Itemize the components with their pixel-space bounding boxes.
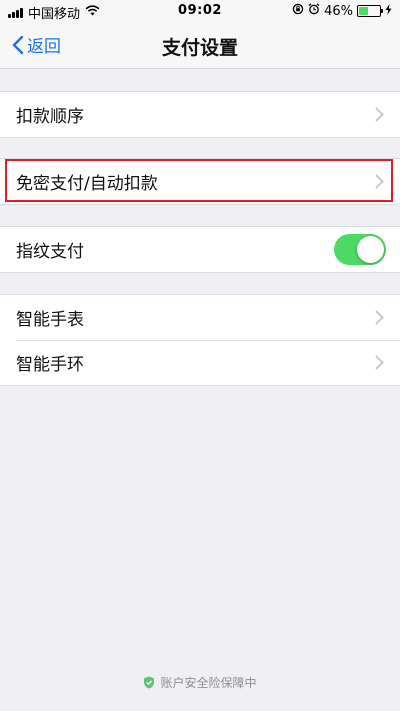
- nav-bar: 返回 支付设置: [0, 22, 400, 69]
- row-deduction-order[interactable]: 扣款顺序: [0, 92, 400, 137]
- chevron-right-icon: [375, 355, 384, 370]
- status-right: 46%: [288, 3, 392, 19]
- row-fingerprint-pay: 指纹支付: [0, 227, 400, 272]
- row-label: 智能手环: [16, 355, 84, 375]
- fingerprint-toggle[interactable]: [334, 234, 386, 265]
- charging-bolt-icon: [385, 3, 392, 19]
- screen: 中国移动 09:02 46% 返回 支付设置 扣款顺序 免密支付/自动扣款 指纹…: [0, 0, 400, 711]
- settings-group-devices: 智能手表 智能手环: [0, 294, 400, 386]
- toggle-knob: [357, 236, 384, 263]
- row-smart-band[interactable]: 智能手环: [0, 340, 400, 385]
- chevron-right-icon: [375, 107, 384, 122]
- row-passwordless-autopay[interactable]: 免密支付/自动扣款: [0, 159, 400, 204]
- row-smart-watch[interactable]: 智能手表: [0, 295, 400, 340]
- footer-text: 账户安全险保障中: [160, 676, 257, 690]
- row-label: 免密支付/自动扣款: [16, 174, 158, 194]
- chevron-right-icon: [375, 310, 384, 325]
- orientation-lock-icon: [292, 3, 304, 19]
- battery-icon: [357, 5, 383, 17]
- settings-group-fingerprint: 指纹支付: [0, 226, 400, 273]
- battery-percent: 46%: [324, 3, 353, 19]
- settings-group-passwordless: 免密支付/自动扣款: [0, 158, 400, 205]
- security-footer: 账户安全险保障中: [0, 674, 400, 691]
- row-label: 指纹支付: [16, 242, 84, 262]
- row-label: 扣款顺序: [16, 107, 84, 127]
- chevron-right-icon: [375, 174, 384, 189]
- alarm-icon: [308, 3, 320, 19]
- battery-fill: [359, 7, 368, 15]
- status-bar: 中国移动 09:02 46%: [0, 0, 400, 22]
- row-label: 智能手表: [16, 310, 84, 330]
- settings-group-order: 扣款顺序: [0, 91, 400, 138]
- shield-check-icon: [144, 676, 155, 689]
- page-title: 支付设置: [161, 37, 238, 59]
